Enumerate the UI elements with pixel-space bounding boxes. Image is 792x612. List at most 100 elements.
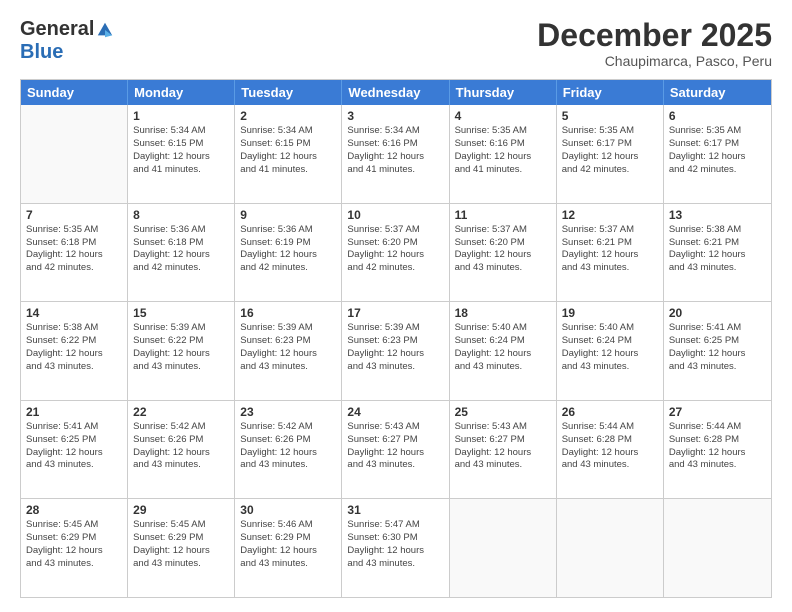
day-number: 17 bbox=[347, 306, 443, 320]
day-number: 4 bbox=[455, 109, 551, 123]
day-number: 5 bbox=[562, 109, 658, 123]
day-number: 14 bbox=[26, 306, 122, 320]
cal-cell: 10 Sunrise: 5:37 AM Sunset: 6:20 PM Dayli… bbox=[342, 204, 449, 302]
header-saturday: Saturday bbox=[664, 80, 771, 105]
day-number: 25 bbox=[455, 405, 551, 419]
location-subtitle: Chaupimarca, Pasco, Peru bbox=[537, 53, 772, 69]
logo-icon bbox=[96, 21, 114, 39]
cal-cell: 23Sunrise: 5:42 AM Sunset: 6:26 PM Dayli… bbox=[235, 401, 342, 499]
day-info: Sunrise: 5:39 AM Sunset: 6:23 PM Dayligh… bbox=[240, 322, 336, 373]
cal-cell bbox=[557, 499, 664, 597]
cal-cell: 20Sunrise: 5:41 AM Sunset: 6:25 PM Dayli… bbox=[664, 302, 771, 400]
day-info: Sunrise: 5:37 AM Sunset: 6:21 PM Dayligh… bbox=[562, 224, 658, 275]
cal-cell: 2Sunrise: 5:34 AM Sunset: 6:15 PM Daylig… bbox=[235, 105, 342, 203]
cal-week-4: 21Sunrise: 5:41 AM Sunset: 6:25 PM Dayli… bbox=[21, 401, 771, 500]
header-monday: Monday bbox=[128, 80, 235, 105]
cal-cell: 6 Sunrise: 5:35 AM Sunset: 6:17 PM Daylig… bbox=[664, 105, 771, 203]
header-sunday: Sunday bbox=[21, 80, 128, 105]
cal-cell: 12 Sunrise: 5:37 AM Sunset: 6:21 PM Dayli… bbox=[557, 204, 664, 302]
cal-cell bbox=[21, 105, 128, 203]
day-number: 8 bbox=[133, 208, 229, 222]
cal-cell: 25 Sunrise: 5:43 AM Sunset: 6:27 PM Dayli… bbox=[450, 401, 557, 499]
logo-general-text: General bbox=[20, 18, 94, 41]
day-number: 13 bbox=[669, 208, 766, 222]
day-number: 7 bbox=[26, 208, 122, 222]
cal-cell: 14Sunrise: 5:38 AM Sunset: 6:22 PM Dayli… bbox=[21, 302, 128, 400]
day-number: 22 bbox=[133, 405, 229, 419]
cal-cell: 16 Sunrise: 5:39 AM Sunset: 6:23 PM Dayli… bbox=[235, 302, 342, 400]
header-tuesday: Tuesday bbox=[235, 80, 342, 105]
day-number: 3 bbox=[347, 109, 443, 123]
day-info: Sunrise: 5:45 AM Sunset: 6:29 PM Dayligh… bbox=[133, 519, 229, 570]
month-title: December 2025 bbox=[537, 18, 772, 53]
cal-cell: 7 Sunrise: 5:35 AM Sunset: 6:18 PM Daylig… bbox=[21, 204, 128, 302]
header-thursday: Thursday bbox=[450, 80, 557, 105]
day-info: Sunrise: 5:42 AM Sunset: 6:26 PM Dayligh… bbox=[240, 421, 336, 472]
cal-cell: 24 Sunrise: 5:43 AM Sunset: 6:27 PM Dayli… bbox=[342, 401, 449, 499]
day-info: Sunrise: 5:35 AM Sunset: 6:17 PM Dayligh… bbox=[562, 125, 658, 176]
header: General Blue December 2025 Chaupimarca, … bbox=[20, 18, 772, 69]
day-info: Sunrise: 5:35 AM Sunset: 6:16 PM Dayligh… bbox=[455, 125, 551, 176]
day-number: 15 bbox=[133, 306, 229, 320]
day-info: Sunrise: 5:36 AM Sunset: 6:19 PM Dayligh… bbox=[240, 224, 336, 275]
title-block: December 2025 Chaupimarca, Pasco, Peru bbox=[537, 18, 772, 69]
day-number: 11 bbox=[455, 208, 551, 222]
day-info: Sunrise: 5:42 AM Sunset: 6:26 PM Dayligh… bbox=[133, 421, 229, 472]
cal-cell: 13 Sunrise: 5:38 AM Sunset: 6:21 PM Dayli… bbox=[664, 204, 771, 302]
cal-week-2: 7 Sunrise: 5:35 AM Sunset: 6:18 PM Daylig… bbox=[21, 204, 771, 303]
day-info: Sunrise: 5:43 AM Sunset: 6:27 PM Dayligh… bbox=[455, 421, 551, 472]
cal-cell: 22 Sunrise: 5:42 AM Sunset: 6:26 PM Dayli… bbox=[128, 401, 235, 499]
cal-cell bbox=[450, 499, 557, 597]
day-info: Sunrise: 5:37 AM Sunset: 6:20 PM Dayligh… bbox=[347, 224, 443, 275]
cal-cell: 8Sunrise: 5:36 AM Sunset: 6:18 PM Daylig… bbox=[128, 204, 235, 302]
calendar-header-row: Sunday Monday Tuesday Wednesday Thursday… bbox=[21, 80, 771, 105]
cal-cell: 17Sunrise: 5:39 AM Sunset: 6:23 PM Dayli… bbox=[342, 302, 449, 400]
cal-cell: 31 Sunrise: 5:47 AM Sunset: 6:30 PM Dayli… bbox=[342, 499, 449, 597]
cal-cell: 26 Sunrise: 5:44 AM Sunset: 6:28 PM Dayli… bbox=[557, 401, 664, 499]
cal-cell: 1Sunrise: 5:34 AM Sunset: 6:15 PM Daylig… bbox=[128, 105, 235, 203]
day-number: 18 bbox=[455, 306, 551, 320]
cal-cell: 19Sunrise: 5:40 AM Sunset: 6:24 PM Dayli… bbox=[557, 302, 664, 400]
day-info: Sunrise: 5:41 AM Sunset: 6:25 PM Dayligh… bbox=[669, 322, 766, 373]
day-info: Sunrise: 5:44 AM Sunset: 6:28 PM Dayligh… bbox=[669, 421, 766, 472]
day-info: Sunrise: 5:44 AM Sunset: 6:28 PM Dayligh… bbox=[562, 421, 658, 472]
day-info: Sunrise: 5:46 AM Sunset: 6:29 PM Dayligh… bbox=[240, 519, 336, 570]
cal-cell: 3 Sunrise: 5:34 AM Sunset: 6:16 PM Daylig… bbox=[342, 105, 449, 203]
cal-cell: 21Sunrise: 5:41 AM Sunset: 6:25 PM Dayli… bbox=[21, 401, 128, 499]
day-number: 10 bbox=[347, 208, 443, 222]
day-info: Sunrise: 5:40 AM Sunset: 6:24 PM Dayligh… bbox=[455, 322, 551, 373]
day-number: 12 bbox=[562, 208, 658, 222]
day-info: Sunrise: 5:47 AM Sunset: 6:30 PM Dayligh… bbox=[347, 519, 443, 570]
day-info: Sunrise: 5:34 AM Sunset: 6:15 PM Dayligh… bbox=[133, 125, 229, 176]
day-number: 31 bbox=[347, 503, 443, 517]
day-info: Sunrise: 5:35 AM Sunset: 6:18 PM Dayligh… bbox=[26, 224, 122, 275]
day-info: Sunrise: 5:45 AM Sunset: 6:29 PM Dayligh… bbox=[26, 519, 122, 570]
day-info: Sunrise: 5:38 AM Sunset: 6:21 PM Dayligh… bbox=[669, 224, 766, 275]
cal-cell: 11 Sunrise: 5:37 AM Sunset: 6:20 PM Dayli… bbox=[450, 204, 557, 302]
day-info: Sunrise: 5:37 AM Sunset: 6:20 PM Dayligh… bbox=[455, 224, 551, 275]
day-number: 21 bbox=[26, 405, 122, 419]
cal-cell: 27 Sunrise: 5:44 AM Sunset: 6:28 PM Dayli… bbox=[664, 401, 771, 499]
cal-week-3: 14Sunrise: 5:38 AM Sunset: 6:22 PM Dayli… bbox=[21, 302, 771, 401]
day-number: 27 bbox=[669, 405, 766, 419]
cal-cell: 18 Sunrise: 5:40 AM Sunset: 6:24 PM Dayli… bbox=[450, 302, 557, 400]
cal-cell: 15Sunrise: 5:39 AM Sunset: 6:22 PM Dayli… bbox=[128, 302, 235, 400]
cal-cell: 5 Sunrise: 5:35 AM Sunset: 6:17 PM Daylig… bbox=[557, 105, 664, 203]
cal-cell: 9Sunrise: 5:36 AM Sunset: 6:19 PM Daylig… bbox=[235, 204, 342, 302]
day-number: 16 bbox=[240, 306, 336, 320]
day-info: Sunrise: 5:34 AM Sunset: 6:16 PM Dayligh… bbox=[347, 125, 443, 176]
header-friday: Friday bbox=[557, 80, 664, 105]
cal-cell: 4 Sunrise: 5:35 AM Sunset: 6:16 PM Daylig… bbox=[450, 105, 557, 203]
day-number: 6 bbox=[669, 109, 766, 123]
day-number: 2 bbox=[240, 109, 336, 123]
logo: General Blue bbox=[20, 18, 114, 64]
day-info: Sunrise: 5:43 AM Sunset: 6:27 PM Dayligh… bbox=[347, 421, 443, 472]
day-info: Sunrise: 5:35 AM Sunset: 6:17 PM Dayligh… bbox=[669, 125, 766, 176]
day-number: 30 bbox=[240, 503, 336, 517]
cal-cell: 29Sunrise: 5:45 AM Sunset: 6:29 PM Dayli… bbox=[128, 499, 235, 597]
cal-cell: 28Sunrise: 5:45 AM Sunset: 6:29 PM Dayli… bbox=[21, 499, 128, 597]
day-number: 24 bbox=[347, 405, 443, 419]
calendar: Sunday Monday Tuesday Wednesday Thursday… bbox=[20, 79, 772, 598]
cal-cell bbox=[664, 499, 771, 597]
day-number: 26 bbox=[562, 405, 658, 419]
